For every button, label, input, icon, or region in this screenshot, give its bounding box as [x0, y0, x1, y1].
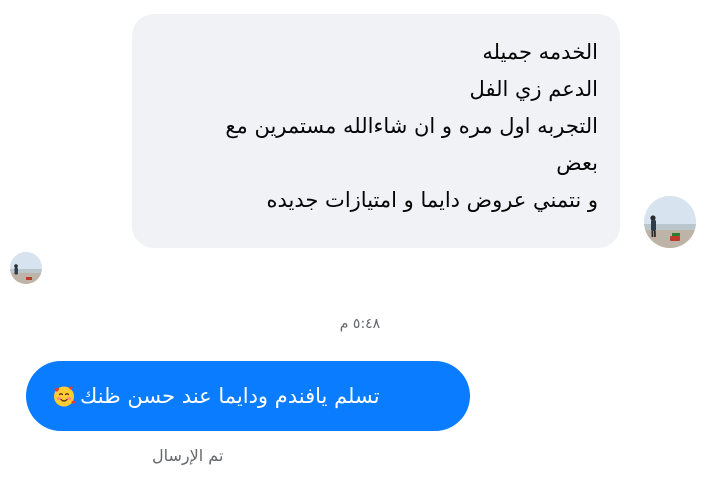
message-line: الخدمه جميله [482, 40, 598, 64]
incoming-message-bubble[interactable]: الخدمه جميله الدعم زي الفل التجربه اول م… [132, 14, 620, 248]
message-line: و نتمني عروض دايما و امتيازات جديده [266, 188, 599, 212]
smiling-face-with-hearts-icon [52, 384, 76, 408]
beach-photo-icon [10, 252, 42, 284]
beach-photo-icon [644, 196, 696, 248]
message-timestamp: ٥:٤٨ م [339, 316, 381, 332]
message-line: الدعم زي الفل [469, 77, 598, 101]
delivery-status: تم الإرسال [152, 446, 224, 465]
outgoing-message-bubble[interactable]: تسلم يافندم ودايما عند حسن ظنك [26, 361, 470, 431]
message-line: التجربه اول مره و ان شاءالله مستمرين مع [225, 114, 598, 138]
sender-avatar-small[interactable] [10, 252, 42, 284]
message-line: بعض [556, 151, 598, 175]
outgoing-message-text: تسلم يافندم ودايما عند حسن ظنك [80, 384, 380, 408]
sender-avatar[interactable] [644, 196, 696, 248]
